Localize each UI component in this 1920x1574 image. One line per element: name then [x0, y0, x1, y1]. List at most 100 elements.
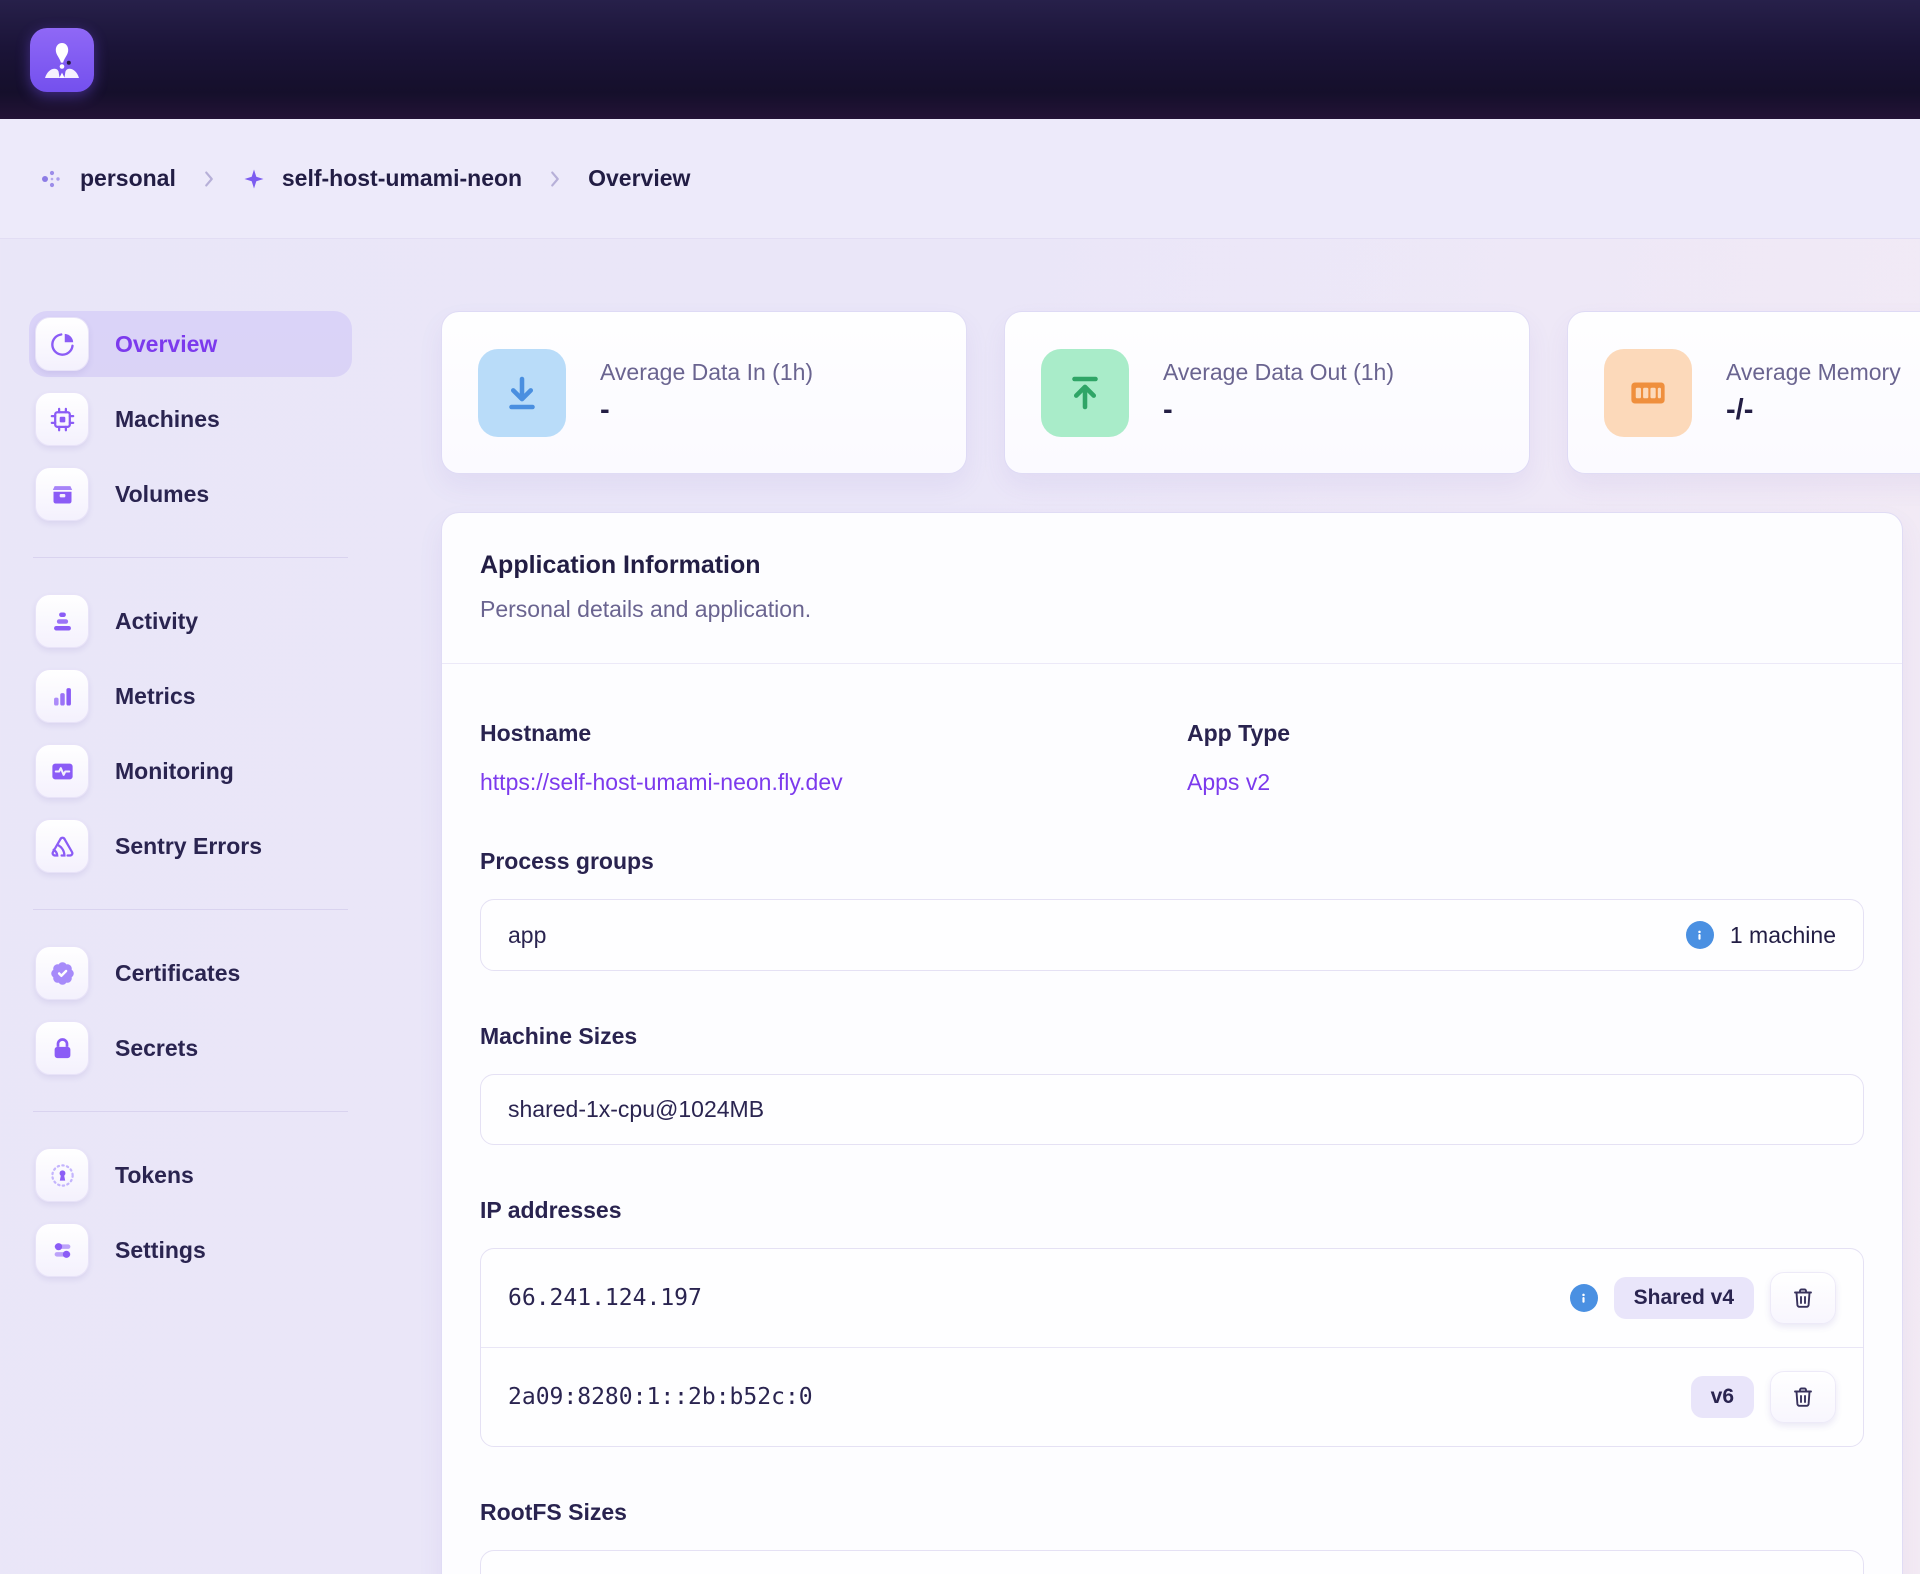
sidebar-item-metrics[interactable]: Metrics: [29, 663, 352, 729]
volume-box-icon: [35, 467, 89, 521]
sidebar-item-overview[interactable]: Overview: [29, 311, 352, 377]
stat-card-data-out: Average Data Out (1h) -: [1004, 311, 1530, 474]
ip-type-badge: v6: [1691, 1376, 1754, 1418]
memory-chip-icon: [1604, 349, 1692, 437]
process-group-machines: 1 machine: [1686, 921, 1836, 949]
ip-type-badge: Shared v4: [1614, 1277, 1754, 1319]
hostname-field: Hostname https://self-host-umami-neon.fl…: [480, 720, 1187, 796]
sidebar-item-label: Sentry Errors: [115, 833, 262, 860]
breadcrumb-app-label: self-host-umami-neon: [282, 165, 522, 192]
stat-card-text: Average Data In (1h) -: [600, 359, 813, 427]
page-layout: Overview Machines Volumes: [0, 239, 1920, 1574]
sidebar-divider: [33, 557, 348, 558]
stat-cards-row: Average Data In (1h) - Average Data Out …: [441, 311, 1920, 474]
ip-row-actions: v6: [1691, 1371, 1836, 1423]
sidebar-item-activity[interactable]: Activity: [29, 588, 352, 654]
delete-ip-button[interactable]: [1770, 1272, 1836, 1324]
download-arrow-icon: [478, 349, 566, 437]
sidebar-item-settings[interactable]: Settings: [29, 1217, 352, 1283]
machines-count: 1 machine: [1730, 922, 1836, 949]
sidebar-item-label: Metrics: [115, 683, 196, 710]
stat-card-value: -: [1163, 394, 1394, 427]
app-card-subtitle: Personal details and application.: [480, 596, 1864, 623]
stat-card-memory: Average Memory -/-: [1567, 311, 1920, 474]
app-type-link[interactable]: Apps v2: [1187, 769, 1270, 796]
sidebar-item-volumes[interactable]: Volumes: [29, 461, 352, 527]
stat-card-value: -: [600, 394, 813, 427]
sidebar-item-label: Settings: [115, 1237, 206, 1264]
stat-card-title: Average Data Out (1h): [1163, 359, 1394, 386]
stat-card-value: -/-: [1726, 394, 1901, 427]
app-card-header: Application Information Personal details…: [442, 513, 1902, 663]
upload-arrow-icon: [1041, 349, 1129, 437]
fly-balloon-icon: [38, 36, 86, 84]
bar-chart-icon: [35, 669, 89, 723]
info-icon[interactable]: [1686, 921, 1714, 949]
hostname-apptype-row: Hostname https://self-host-umami-neon.fl…: [480, 720, 1864, 796]
ip-addresses-list: 66.241.124.197 Shared v4: [480, 1248, 1864, 1447]
activity-stack-icon: [35, 594, 89, 648]
sidebar-item-label: Tokens: [115, 1162, 194, 1189]
sidebar-item-certificates[interactable]: Certificates: [29, 940, 352, 1006]
chevron-right-icon: [198, 168, 220, 190]
ip-address: 66.241.124.197: [508, 1285, 702, 1311]
breadcrumb: personal self-host-umami-neon Overview: [0, 119, 1920, 239]
app-sparkle-icon: [242, 167, 266, 191]
stat-card-title: Average Memory: [1726, 359, 1901, 386]
sidebar-item-secrets[interactable]: Secrets: [29, 1015, 352, 1081]
sidebar-item-tokens[interactable]: Tokens: [29, 1142, 352, 1208]
sidebar-item-label: Certificates: [115, 960, 240, 987]
fly-logo[interactable]: [30, 28, 94, 92]
process-group-row: app 1 machine: [480, 899, 1864, 971]
sidebar: Overview Machines Volumes: [29, 311, 352, 1292]
sidebar-item-sentry-errors[interactable]: Sentry Errors: [29, 813, 352, 879]
delete-ip-button[interactable]: [1770, 1371, 1836, 1423]
sidebar-item-label: Overview: [115, 331, 217, 358]
ip-addresses-label: IP addresses: [480, 1197, 1864, 1224]
sidebar-item-label: Machines: [115, 406, 220, 433]
app-type-label: App Type: [1187, 720, 1864, 747]
stat-card-title: Average Data In (1h): [600, 359, 813, 386]
pulse-monitor-icon: [35, 744, 89, 798]
stat-card-text: Average Memory -/-: [1726, 359, 1901, 427]
chevron-right-icon: [544, 168, 566, 190]
sidebar-divider: [33, 1111, 348, 1112]
ip-row-actions: Shared v4: [1570, 1272, 1836, 1324]
stat-card-data-in: Average Data In (1h) -: [441, 311, 967, 474]
hostname-label: Hostname: [480, 720, 1187, 747]
trash-icon: [1791, 1385, 1815, 1409]
main-content: Average Data In (1h) - Average Data Out …: [441, 311, 1920, 1574]
breadcrumb-org-label: personal: [80, 165, 176, 192]
sidebar-item-monitoring[interactable]: Monitoring: [29, 738, 352, 804]
machine-size-row: shared-1x-cpu@1024MB: [480, 1074, 1864, 1145]
ip-row-v4: 66.241.124.197 Shared v4: [481, 1249, 1863, 1347]
hostname-link[interactable]: https://self-host-umami-neon.fly.dev: [480, 769, 843, 796]
lock-icon: [35, 1021, 89, 1075]
ip-address: 2a09:8280:1::2b:b52c:0: [508, 1384, 813, 1410]
breadcrumb-page-label: Overview: [588, 165, 690, 192]
rootfs-sizes-section: RootFS Sizes 171 MB: [480, 1499, 1864, 1574]
sidebar-divider: [33, 909, 348, 910]
rootfs-sizes-label: RootFS Sizes: [480, 1499, 1864, 1526]
ip-addresses-section: IP addresses 66.241.124.197: [480, 1197, 1864, 1447]
stat-card-text: Average Data Out (1h) -: [1163, 359, 1394, 427]
breadcrumb-page[interactable]: Overview: [588, 165, 690, 192]
sidebar-item-machines[interactable]: Machines: [29, 386, 352, 452]
machine-sizes-section: Machine Sizes shared-1x-cpu@1024MB: [480, 1023, 1864, 1145]
ip-row-v6: 2a09:8280:1::2b:b52c:0 v6: [481, 1347, 1863, 1446]
overview-pie-icon: [35, 317, 89, 371]
breadcrumb-app[interactable]: self-host-umami-neon: [242, 165, 522, 192]
process-groups-section: Process groups app 1 machine: [480, 848, 1864, 971]
cpu-icon: [35, 392, 89, 446]
app-card-body: Hostname https://self-host-umami-neon.fl…: [442, 664, 1902, 1574]
settings-sliders-icon: [35, 1223, 89, 1277]
breadcrumb-org[interactable]: personal: [40, 165, 176, 192]
sidebar-item-label: Secrets: [115, 1035, 198, 1062]
sidebar-item-label: Monitoring: [115, 758, 234, 785]
process-groups-label: Process groups: [480, 848, 1864, 875]
info-icon[interactable]: [1570, 1284, 1598, 1312]
certificate-badge-icon: [35, 946, 89, 1000]
process-group-name: app: [508, 922, 546, 949]
sidebar-item-label: Volumes: [115, 481, 209, 508]
sentry-icon: [35, 819, 89, 873]
